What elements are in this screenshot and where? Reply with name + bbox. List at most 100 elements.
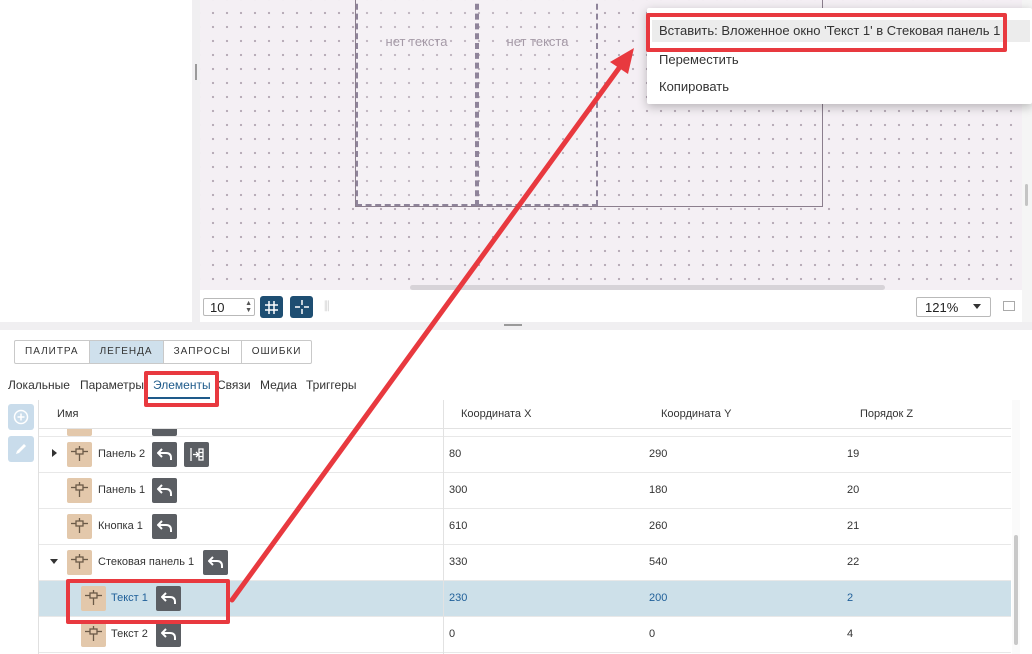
element-node-icon	[67, 478, 92, 503]
element-name: Стековая панель 1	[98, 556, 195, 568]
left-panel	[0, 0, 192, 322]
undo-icon	[157, 484, 172, 496]
grid-step-value: 10	[210, 300, 225, 315]
element-name: Текст 1	[111, 592, 148, 604]
element-node-icon	[81, 586, 106, 611]
undo-button[interactable]	[152, 429, 177, 436]
header-z[interactable]: Порядок Z	[860, 408, 913, 420]
undo-button[interactable]	[156, 622, 181, 647]
undo-icon	[161, 592, 176, 604]
menu-item-insert[interactable]: Вставить: Вложенное окно 'Текст 1' в Сте…	[647, 23, 1032, 38]
grid-step-input[interactable]: 10 ▲ ▼	[203, 298, 255, 316]
x-value: 0	[449, 628, 456, 640]
element-name: Панель 1	[98, 484, 146, 496]
y-value: 290	[649, 448, 668, 460]
tab-legend[interactable]: ЛЕГЕНДА	[89, 341, 164, 363]
text-placeholder-2[interactable]: нет текста	[477, 0, 598, 206]
element-name: Кнопка 1	[98, 520, 143, 532]
y-value: 0	[649, 628, 656, 640]
splitter-grip[interactable]	[195, 64, 197, 80]
expand-icon[interactable]	[52, 449, 57, 457]
undo-button[interactable]	[152, 442, 177, 467]
move-into-icon	[190, 448, 204, 461]
tab-errors[interactable]: ОШИБКИ	[242, 341, 312, 363]
crosshair-icon	[294, 300, 309, 314]
z-value: 2	[847, 592, 854, 604]
z-value: 19	[847, 448, 860, 460]
collapse-icon[interactable]	[50, 559, 58, 564]
context-menu: Вставить: Вложенное окно 'Текст 1' в Сте…	[647, 8, 1032, 104]
subtab-triggers[interactable]: Триггеры	[306, 378, 357, 392]
y-value: 180	[649, 484, 668, 496]
z-value: 22	[847, 556, 860, 568]
undo-button[interactable]	[152, 514, 177, 539]
table-row[interactable]: Стековая панель 1 330 540 22	[39, 545, 1011, 581]
header-x[interactable]: Координата X	[461, 408, 531, 420]
x-value: 300	[449, 484, 468, 496]
edit-button[interactable]	[8, 436, 34, 462]
undo-button[interactable]	[152, 478, 177, 503]
text-placeholder-1[interactable]: нет текста	[356, 0, 477, 206]
x-value: 230	[449, 592, 468, 604]
header-y[interactable]: Координата Y	[661, 408, 731, 420]
placeholder-label: нет текста	[506, 34, 569, 49]
subtab-links[interactable]: Связи	[217, 378, 251, 392]
zoom-select[interactable]: 121%	[916, 297, 991, 317]
column-divider[interactable]	[443, 400, 444, 654]
subtab-parameters[interactable]: Параметры	[80, 378, 144, 392]
table-row-selected[interactable]: Текст 1 230 200 2	[39, 581, 1011, 617]
canvas-toolbar: 10 ▲ ▼ ⫼ 121%	[200, 290, 1022, 322]
table-row-partial[interactable]	[39, 429, 1011, 437]
snap-toggle-button[interactable]	[290, 296, 313, 318]
header-name[interactable]: Имя	[57, 408, 78, 420]
table-row[interactable]: Кнопка 1 610 260 21	[39, 509, 1011, 545]
subtab-media[interactable]: Медиа	[260, 378, 297, 392]
y-value: 260	[649, 520, 668, 532]
grid-header: Имя Координата X Координата Y Порядок Z	[39, 400, 1011, 429]
element-node-icon	[67, 550, 92, 575]
z-value: 20	[847, 484, 860, 496]
zoom-value: 121%	[925, 300, 959, 315]
minimap-icon[interactable]	[1003, 301, 1015, 311]
x-value: 80	[449, 448, 462, 460]
stepper-icon[interactable]: ▲ ▼	[245, 300, 252, 314]
subtab-locals[interactable]: Локальные	[8, 378, 70, 392]
element-node-icon	[67, 442, 92, 467]
grid-toggle-button[interactable]	[260, 296, 283, 318]
table-row[interactable]: Панель 1 300 180 20	[39, 473, 1011, 509]
add-button[interactable]	[8, 404, 34, 430]
x-value: 610	[449, 520, 468, 532]
splitter-grip[interactable]	[504, 324, 522, 326]
table-row[interactable]: Текст 2 0 0 4	[39, 617, 1011, 653]
vertical-splitter[interactable]	[192, 0, 200, 322]
undo-icon	[161, 628, 176, 640]
element-node-icon	[67, 514, 92, 539]
element-node-icon	[67, 429, 92, 436]
element-node-icon	[81, 622, 106, 647]
scroll-thumb[interactable]	[1025, 184, 1028, 206]
table-row[interactable]: Панель 2 80 290 19	[39, 437, 1011, 473]
undo-icon	[157, 520, 172, 532]
x-value: 330	[449, 556, 468, 568]
menu-item-copy[interactable]: Копировать	[647, 79, 1032, 94]
menu-item-move[interactable]: Переместить	[647, 52, 1032, 67]
tab-palette[interactable]: ПАЛИТРА	[15, 341, 90, 363]
tab-queries[interactable]: ЗАПРОСЫ	[164, 341, 242, 363]
undo-button[interactable]	[156, 586, 181, 611]
active-subtab-indicator	[147, 397, 210, 399]
y-value: 540	[649, 556, 668, 568]
z-value: 4	[847, 628, 854, 640]
element-name: Панель 2	[98, 448, 146, 460]
undo-button[interactable]	[203, 550, 228, 575]
horizontal-splitter[interactable]	[0, 322, 1032, 330]
subtab-elements[interactable]: Элементы	[153, 378, 211, 392]
pencil-icon	[16, 444, 26, 454]
grid-icon	[265, 300, 278, 314]
placeholder-label: нет текста	[385, 34, 448, 49]
align-icon[interactable]: ⫼	[324, 299, 338, 313]
move-into-button[interactable]	[184, 442, 209, 467]
grid-vertical-scrollbar[interactable]	[1012, 400, 1020, 654]
panel-tabs: ПАЛИТРА ЛЕГЕНДА ЗАПРОСЫ ОШИБКИ	[14, 340, 313, 364]
scroll-thumb[interactable]	[1014, 535, 1018, 645]
plus-circle-icon	[13, 409, 29, 425]
